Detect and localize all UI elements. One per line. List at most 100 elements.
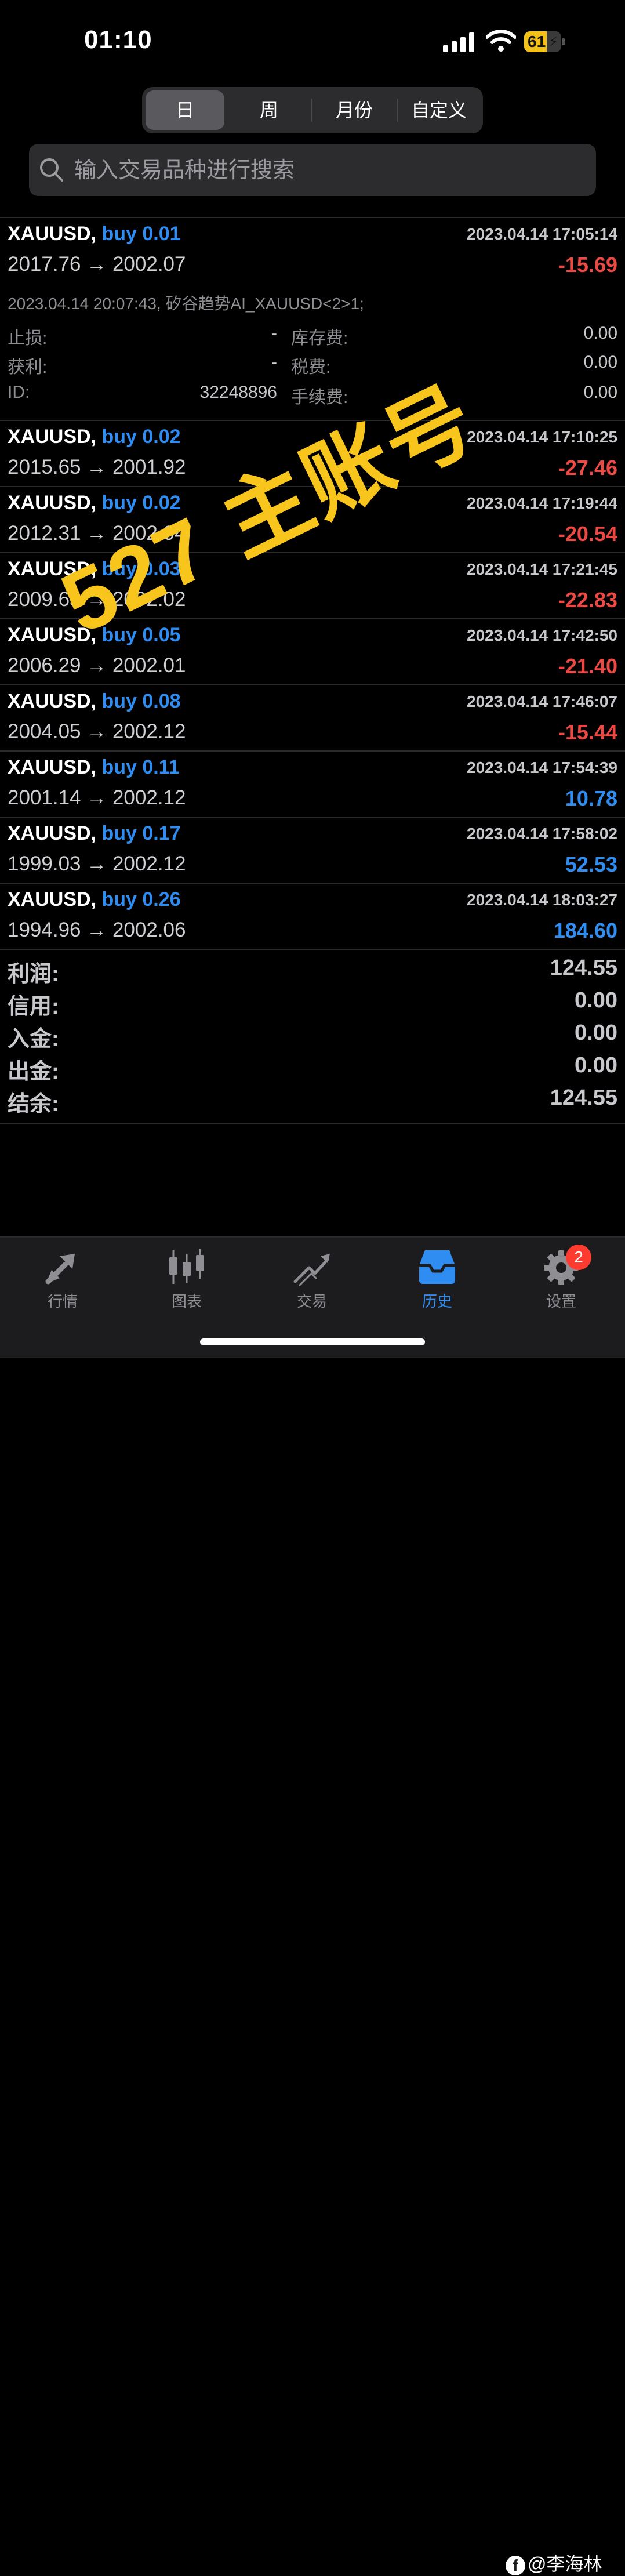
summary-label: 利润: [8, 962, 59, 986]
deal-prices: 1999.03 → 2002.12 [8, 852, 186, 875]
summary-label: 信用: [8, 995, 59, 1019]
stop-loss-label: 止损: [8, 329, 48, 348]
tax-value: 0.00 [583, 353, 617, 372]
deal-time: 2023.04.14 17:21:45 [467, 560, 617, 578]
take-profit-label: 获利: [8, 358, 48, 377]
battery-icon: 61 ⚡ [524, 31, 566, 52]
deal-symbol: XAUUSD, buy 0.08 [8, 690, 181, 712]
deal-profit: 184.60 [553, 919, 617, 942]
deal-symbol: XAUUSD, buy 0.01 [8, 223, 181, 245]
candlestick-chart-icon [169, 1249, 204, 1284]
deal-profit: -27.46 [558, 456, 617, 480]
deal-time: 2023.04.14 17:05:14 [467, 225, 617, 243]
period-segmented-control: 日 周 月份 自定义 [142, 87, 483, 133]
tab-label: 设置 [546, 1293, 576, 1310]
watermark-text: @李海林 [528, 2553, 602, 2574]
deal-prices: 2006.29 → 2002.01 [8, 654, 186, 677]
swap-value: 0.00 [583, 324, 617, 343]
summary-value: 0.00 [575, 988, 617, 1013]
deal-row[interactable]: XAUUSD, buy 0.11 2023.04.14 17:54:39 200… [0, 752, 625, 818]
deal-profit: -15.44 [558, 720, 617, 744]
social-watermark: f @李海林 [506, 2549, 602, 2576]
tab-trade[interactable]: 交易 [266, 1248, 358, 1318]
segment-custom[interactable]: 自定义 [398, 90, 479, 130]
deal-prices: 2015.65 → 2001.92 [8, 456, 186, 478]
deal-profit: 10.78 [565, 786, 617, 810]
deal-side: buy 0.17 [101, 822, 181, 844]
deal-prices: 1994.96 → 2002.06 [8, 919, 186, 941]
tab-label: 交易 [296, 1293, 327, 1310]
tab-charts[interactable]: 图表 [140, 1248, 233, 1318]
summary-row-profit: 利润: 124.55 [0, 956, 625, 988]
tab-settings[interactable]: 2 设置 [515, 1245, 608, 1318]
deal-profit: -22.83 [558, 588, 617, 612]
deal-row[interactable]: XAUUSD, buy 0.01 2023.04.14 17:05:14 201… [0, 218, 625, 421]
summary-row-credit: 信用: 0.00 [0, 988, 625, 1021]
deal-prices: 2017.76 → 2002.07 [8, 253, 186, 275]
status-bar: 01:10 61 ⚡ [0, 0, 625, 81]
summary-label: 出金: [8, 1060, 59, 1084]
quotes-arrows-icon [45, 1254, 75, 1285]
deal-time: 2023.04.14 18:03:27 [467, 891, 617, 909]
deal-prices: 2001.14 → 2002.12 [8, 786, 186, 809]
summary-value: 0.00 [575, 1053, 617, 1077]
search-bar [29, 144, 596, 197]
deal-profit: -21.40 [558, 654, 617, 678]
cellular-signal-icon [443, 32, 474, 52]
segment-week[interactable]: 周 [227, 90, 311, 130]
deal-symbol: XAUUSD, buy 0.02 [8, 426, 181, 448]
deal-side: buy 0.11 [101, 756, 180, 778]
home-indicator[interactable] [200, 1338, 425, 1345]
deal-profit: -15.69 [558, 253, 617, 277]
battery-percent: 61 [528, 32, 546, 50]
history-inbox-icon [419, 1250, 455, 1284]
take-profit-value: - [271, 353, 277, 372]
deal-profit: 52.53 [565, 852, 617, 876]
segment-month[interactable]: 月份 [312, 90, 396, 130]
deal-time: 2023.04.14 17:10:25 [467, 428, 617, 446]
search-input[interactable] [73, 144, 586, 197]
tax-label: 税费: [291, 358, 331, 377]
summary-label: 入金: [8, 1027, 59, 1051]
summary-row-withdrawal: 出金: 0.00 [0, 1053, 625, 1086]
tab-label: 图表 [171, 1293, 202, 1310]
swap-label: 库存费: [291, 329, 348, 348]
charging-bolt-icon: ⚡ [548, 34, 558, 50]
deal-row[interactable]: XAUUSD, buy 0.17 2023.04.14 17:58:02 199… [0, 818, 625, 884]
wifi-icon [486, 30, 516, 52]
deal-row[interactable]: XAUUSD, buy 0.26 2023.04.14 18:03:27 199… [0, 884, 625, 950]
deal-id-value: 32248896 [199, 383, 277, 402]
deal-time: 2023.04.14 17:46:07 [467, 692, 617, 710]
deal-side: buy 0.26 [101, 888, 181, 910]
deal-symbol: XAUUSD, buy 0.26 [8, 888, 181, 910]
stop-loss-value: - [271, 324, 277, 343]
deal-prices: 2004.05 → 2002.12 [8, 720, 186, 743]
deal-id-label: ID: [8, 383, 30, 402]
summary-value: 124.55 [550, 956, 617, 980]
tab-label: 行情 [47, 1293, 78, 1310]
trade-chart-icon [293, 1254, 330, 1286]
deal-side: buy 0.08 [101, 690, 181, 712]
deal-row[interactable]: XAUUSD, buy 0.08 2023.04.14 17:46:07 200… [0, 685, 625, 752]
summary-value: 124.55 [550, 1086, 617, 1110]
tab-history[interactable]: 历史 [391, 1248, 484, 1318]
notification-badge: 2 [566, 1245, 591, 1270]
summary-row-balance: 结余: 124.55 [0, 1086, 625, 1118]
search-icon [40, 158, 63, 182]
segment-day[interactable]: 日 [146, 90, 224, 130]
commission-value: 0.00 [583, 383, 617, 402]
deal-time: 2023.04.14 17:42:50 [467, 626, 617, 644]
facebook-logo-icon: f [506, 2555, 525, 2575]
deal-time: 2023.04.14 17:58:02 [467, 825, 617, 843]
tab-quotes[interactable]: 行情 [16, 1248, 109, 1318]
summary-row-deposit: 入金: 0.00 [0, 1021, 625, 1053]
deal-comment: 2023.04.14 20:07:43, 矽谷趋势AI_XAUUSD<2>1; [8, 295, 364, 313]
status-time: 01:10 [84, 26, 152, 54]
summary-value: 0.00 [575, 1021, 617, 1045]
deal-time: 2023.04.14 17:54:39 [467, 759, 617, 777]
account-summary: 利润: 124.55 信用: 0.00 入金: 0.00 出金: 0.00 结余… [0, 951, 625, 1124]
deal-symbol: XAUUSD, buy 0.11 [8, 756, 180, 778]
deal-side: buy 0.02 [101, 426, 181, 448]
deal-profit: -20.54 [558, 522, 617, 546]
deal-symbol: XAUUSD, buy 0.17 [8, 822, 181, 844]
